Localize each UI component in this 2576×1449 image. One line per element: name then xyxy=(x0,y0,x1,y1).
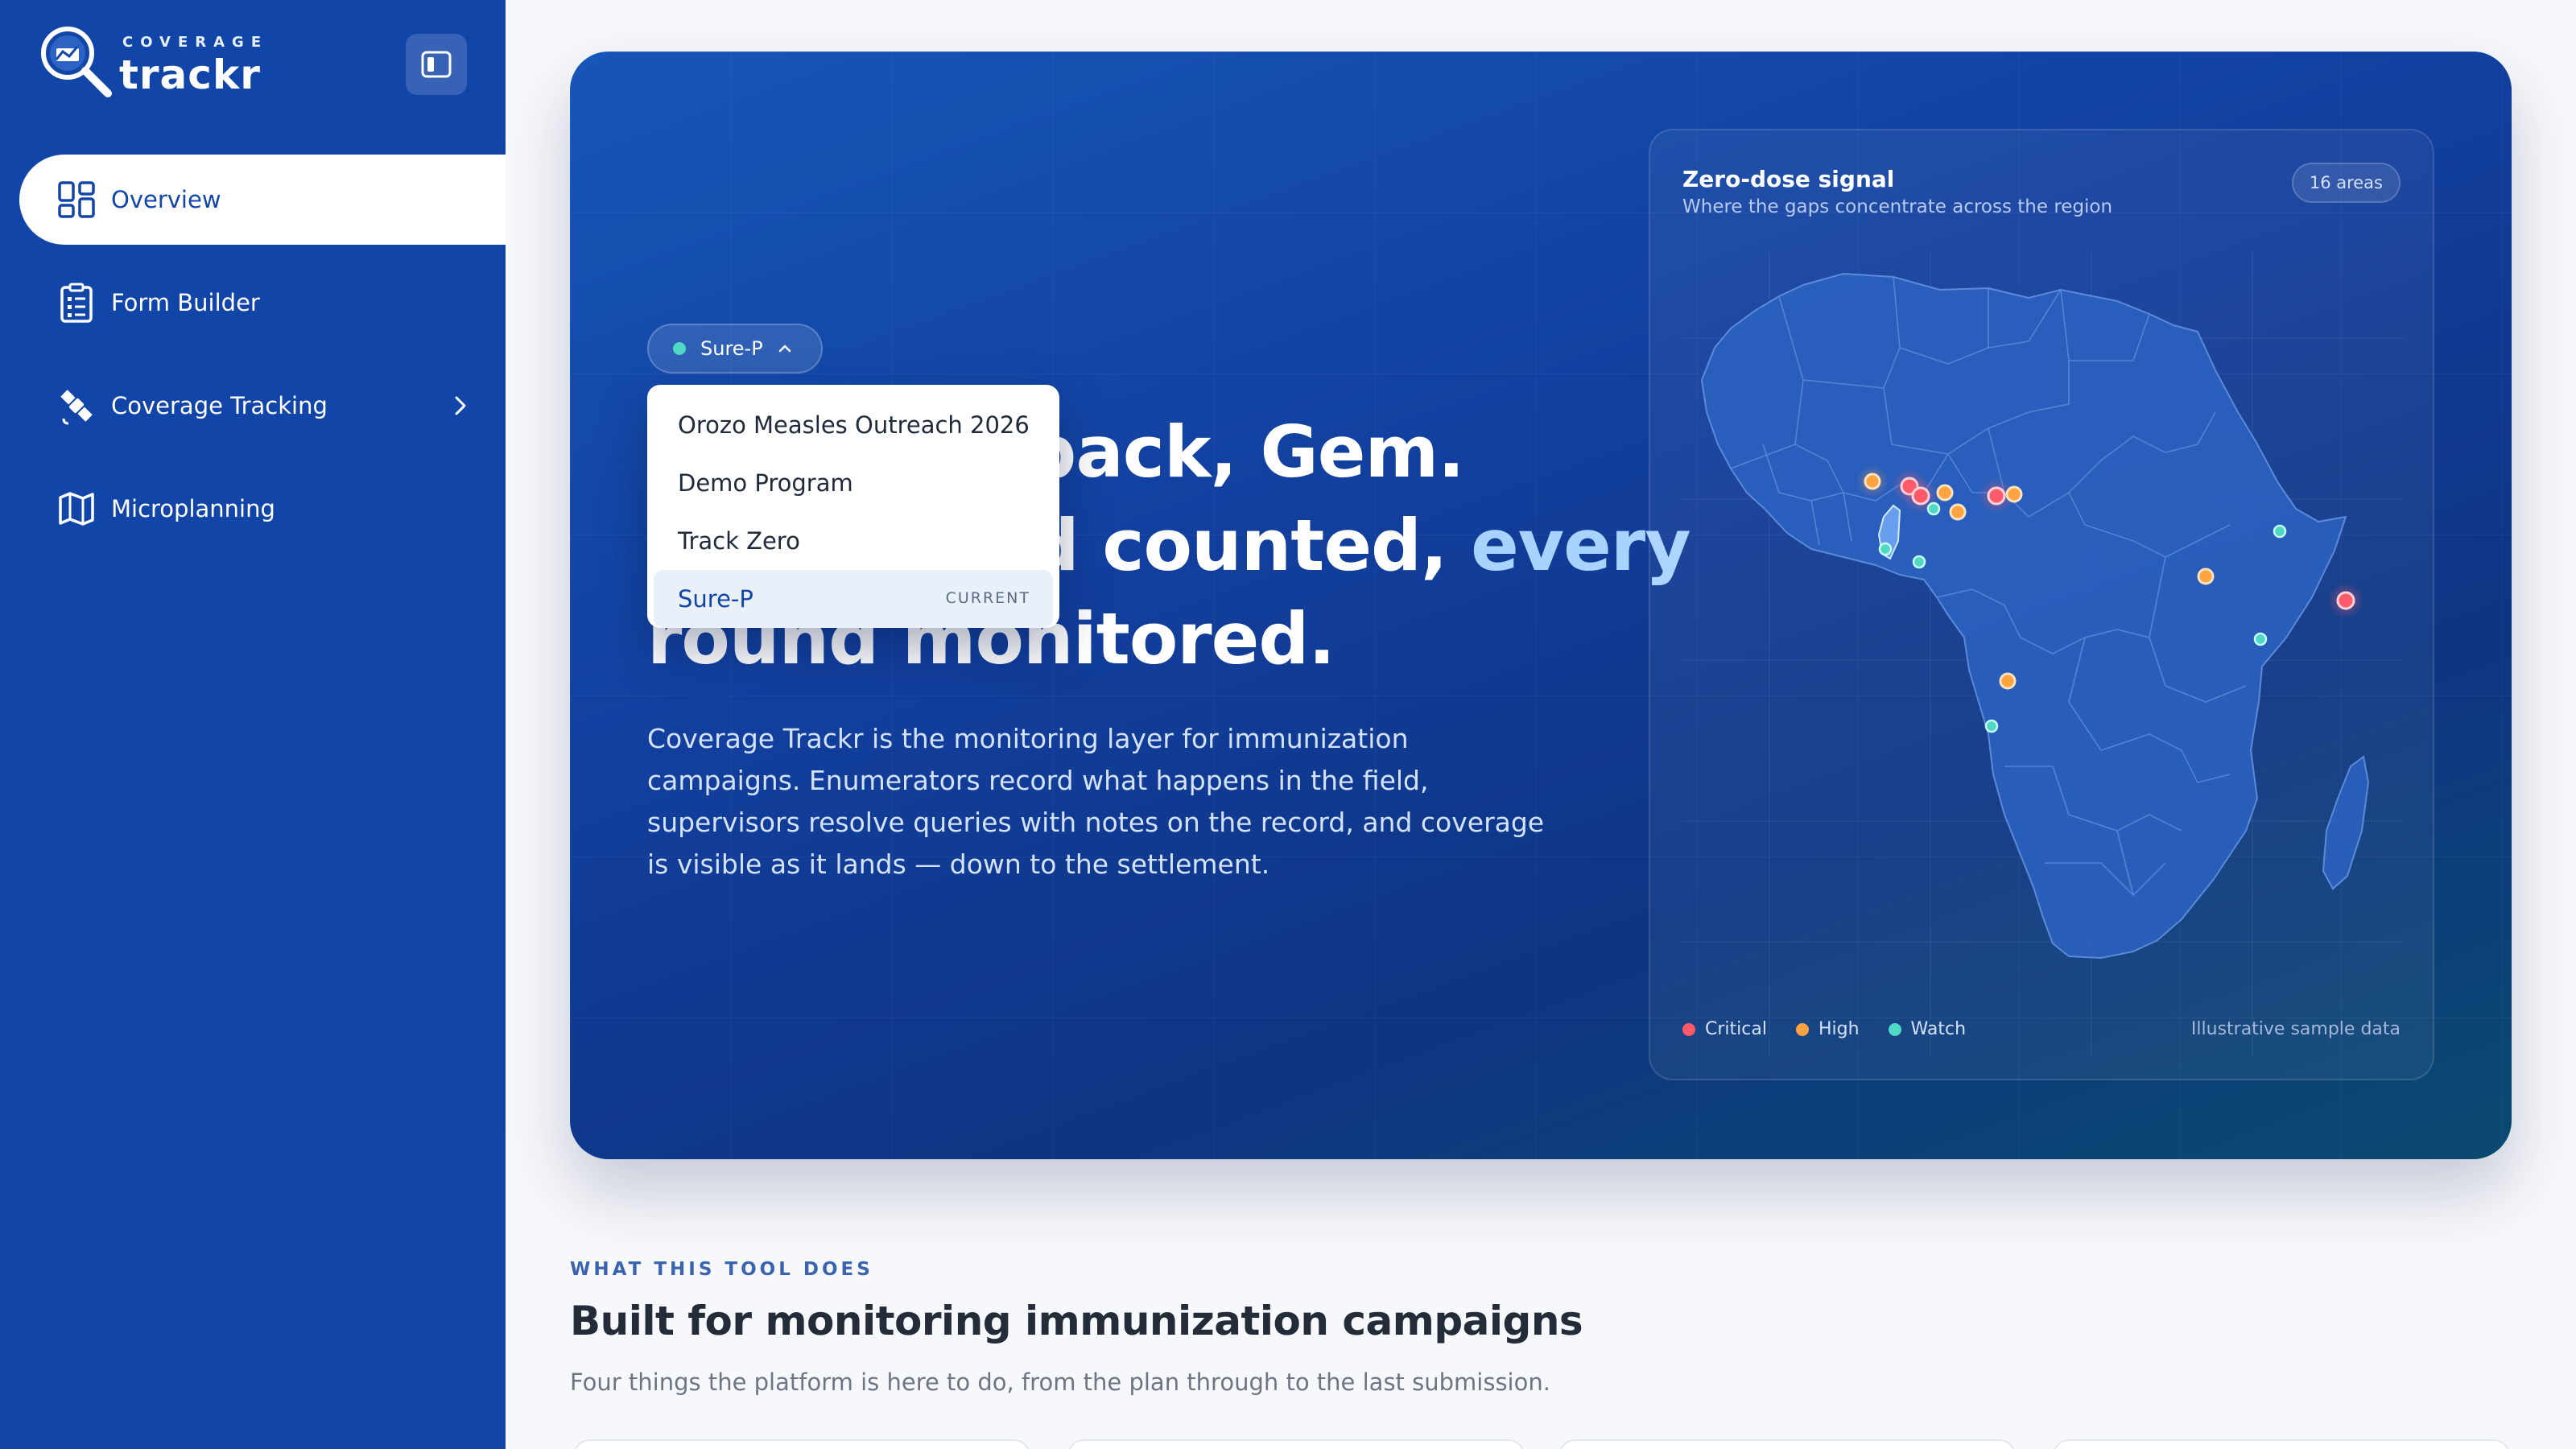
marker-watch[interactable] xyxy=(1984,719,1999,733)
legend-critical: Critical xyxy=(1682,1019,1767,1039)
marker-high[interactable] xyxy=(1999,672,2017,690)
zero-dose-map-card: Zero-dose signal Where the gaps concentr… xyxy=(1649,129,2434,1080)
map-icon xyxy=(56,489,97,529)
marker-high[interactable] xyxy=(1864,473,1881,490)
marker-watch[interactable] xyxy=(1926,502,1941,516)
marker-critical[interactable] xyxy=(1911,486,1930,506)
sidebar-item-label: Coverage Tracking xyxy=(111,392,328,419)
dropdown-option[interactable]: Demo Program xyxy=(654,454,1053,512)
sidebar-collapse-button[interactable] xyxy=(406,34,467,95)
sidebar-item-overview[interactable]: Overview xyxy=(19,155,506,245)
sidebar-item-coverage-tracking[interactable]: Coverage Tracking xyxy=(19,361,506,451)
madagascar-landmass xyxy=(2322,755,2370,890)
feature-card[interactable] xyxy=(1558,1439,2016,1449)
sidebar: COVERAGE trackr Overview Form Builder Co… xyxy=(0,0,506,1449)
logo-small-text: COVERAGE xyxy=(122,34,269,51)
marker-watch[interactable] xyxy=(1912,555,1926,569)
dropdown-option[interactable]: Track Zero xyxy=(654,512,1053,570)
dropdown-option-label: Track Zero xyxy=(678,527,800,555)
dropdown-option-current[interactable]: Sure-P CURRENT xyxy=(654,570,1053,628)
marker-high[interactable] xyxy=(2005,485,2023,503)
feature-card[interactable] xyxy=(1067,1439,1525,1449)
satellite-icon xyxy=(56,386,97,426)
sidebar-nav: Overview Form Builder Coverage Tracking … xyxy=(19,155,506,567)
marker-watch[interactable] xyxy=(1878,542,1893,556)
chevron-right-icon xyxy=(455,396,466,415)
sidebar-item-label: Microplanning xyxy=(111,495,275,522)
legend-dot xyxy=(1682,1022,1695,1036)
hero-description: Coverage Trackr is the monitoring layer … xyxy=(647,723,1545,880)
sidebar-item-microplanning[interactable]: Microplanning xyxy=(19,464,506,554)
dropdown-option-label: Sure-P xyxy=(678,585,753,613)
legend-dot xyxy=(1795,1022,1809,1036)
africa-landmass xyxy=(1701,273,2347,959)
dropdown-option-label: Orozo Measles Outreach 2026 xyxy=(678,411,1030,439)
marker-high[interactable] xyxy=(1936,484,1954,502)
map-subtitle: Where the gaps concentrate across the re… xyxy=(1682,196,2113,217)
program-selector[interactable]: Sure-P xyxy=(647,324,823,374)
sidebar-item-label: Overview xyxy=(111,186,221,213)
areas-badge: 16 areas xyxy=(2291,163,2401,203)
map-title: Zero-dose signal xyxy=(1682,166,1895,192)
clipboard-icon xyxy=(56,283,97,323)
logo-big-text: trackr xyxy=(119,52,261,98)
sidebar-item-label: Form Builder xyxy=(111,289,260,316)
marker-high[interactable] xyxy=(1949,503,1967,521)
section-subtitle: Four things the platform is here to do, … xyxy=(570,1368,1550,1396)
panel-toggle-icon xyxy=(421,51,452,78)
program-selector-label: Sure-P xyxy=(700,337,763,360)
map-note: Illustrative sample data xyxy=(2190,1019,2401,1039)
legend-dot xyxy=(1888,1022,1901,1036)
legend-label: Watch xyxy=(1910,1019,1967,1039)
marker-high[interactable] xyxy=(2197,568,2215,585)
marker-critical[interactable] xyxy=(2336,591,2355,610)
legend-label: High xyxy=(1818,1019,1860,1039)
map-legend: Critical High Watch xyxy=(1682,1019,1995,1039)
marker-critical[interactable] xyxy=(1987,486,2006,506)
feature-card[interactable] xyxy=(573,1439,1030,1449)
section-eyebrow: WHAT THIS TOOL DOES xyxy=(570,1259,873,1280)
marker-watch[interactable] xyxy=(2253,632,2268,646)
current-tag: CURRENT xyxy=(945,589,1030,607)
legend-watch: Watch xyxy=(1888,1019,1967,1039)
africa-map[interactable] xyxy=(1682,251,2404,1056)
grid-icon xyxy=(56,180,97,220)
dropdown-option-label: Demo Program xyxy=(678,469,853,497)
feature-card[interactable] xyxy=(2053,1439,2510,1449)
program-dropdown-menu: Orozo Measles Outreach 2026 Demo Program… xyxy=(647,385,1059,628)
logo-magnifier-icon xyxy=(41,27,112,97)
marker-watch[interactable] xyxy=(2273,524,2287,539)
status-dot xyxy=(673,342,686,355)
legend-label: Critical xyxy=(1705,1019,1767,1039)
app-logo[interactable]: COVERAGE trackr xyxy=(39,24,264,105)
section-title: Built for monitoring immunization campai… xyxy=(570,1298,1583,1344)
sidebar-item-form-builder[interactable]: Form Builder xyxy=(19,258,506,348)
dropdown-option[interactable]: Orozo Measles Outreach 2026 xyxy=(654,396,1053,454)
legend-high: High xyxy=(1795,1019,1860,1039)
chevron-up-icon xyxy=(778,345,791,353)
